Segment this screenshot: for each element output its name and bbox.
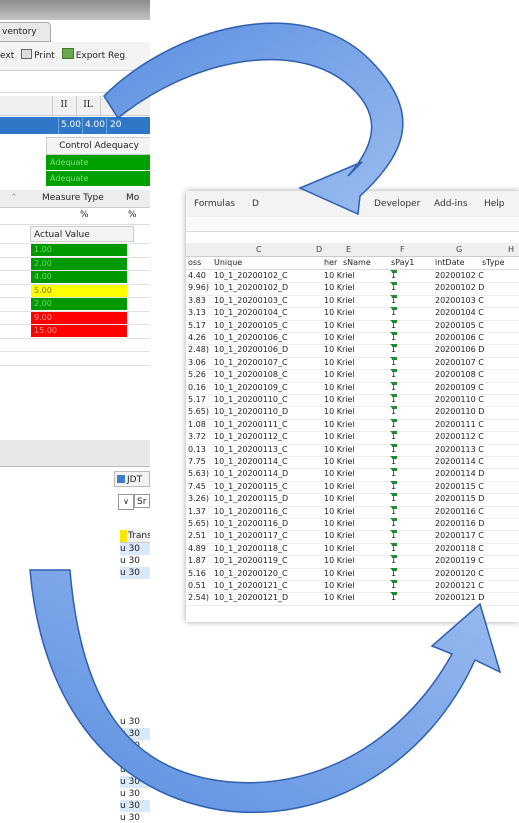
arrow-top-right xyxy=(103,22,404,216)
circular-arrows xyxy=(29,22,502,814)
arrow-bottom xyxy=(29,569,502,814)
